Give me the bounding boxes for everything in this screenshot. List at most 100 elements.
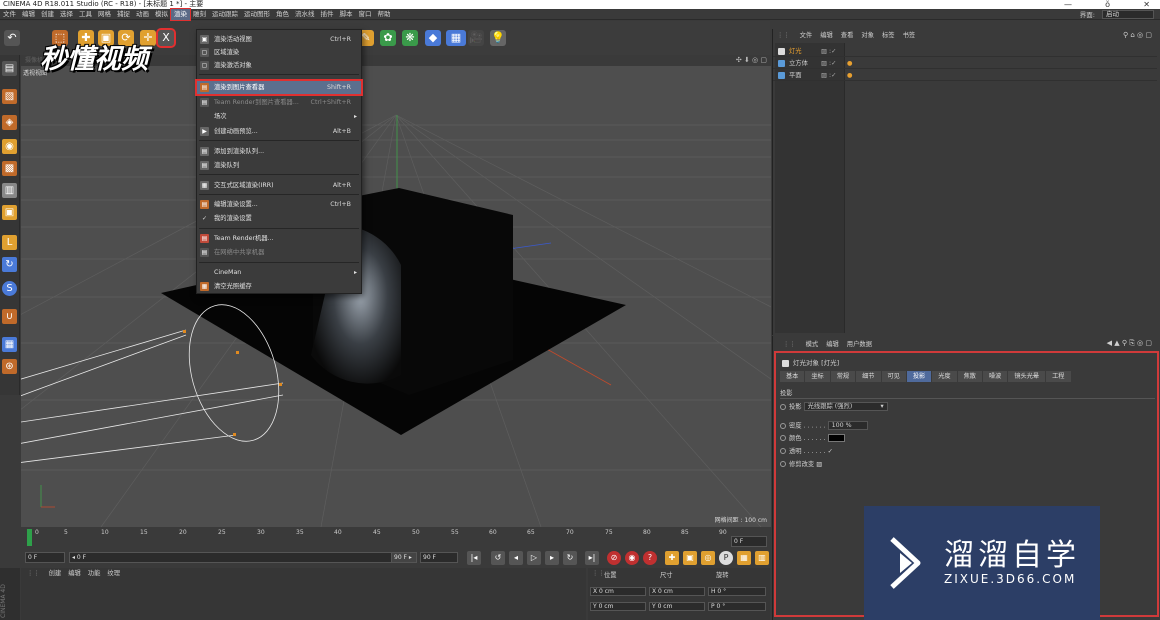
menu-select[interactable]: 选择 [57,9,76,20]
x-axis-icon[interactable]: X [156,28,176,48]
menu-item-render-view[interactable]: ▣ 渲染活动视图 Ctrl+R [197,33,361,46]
menu-simulate[interactable]: 模拟 [152,9,171,20]
menu-item-flush-illumination-cache[interactable]: ▦ 清空光照缓存 [197,280,361,293]
position-x-field[interactable]: X 0 cm [590,587,646,596]
frame-range-slider[interactable]: ◂ 0 F [69,552,417,563]
tab-photometric[interactable]: 光度 [932,371,957,382]
workplane-icon[interactable]: ◉ [2,139,17,154]
tab-noise[interactable]: 噪波 [983,371,1008,382]
shadow-type-select[interactable]: 光线跟踪 (强烈) ▾ [803,402,888,411]
tab-basic[interactable]: 基本 [780,371,805,382]
transparency-checkbox[interactable]: ✓ [828,448,833,455]
menu-plugins[interactable]: 插件 [318,9,337,20]
menu-help[interactable]: 帮助 [375,9,394,20]
object-search-icon[interactable]: ⚲ ⌂ ◎ ▢ [1123,31,1152,39]
material-manager[interactable]: ⋮⋮ 创建 编辑 功能 纹理 [21,568,586,620]
attribute-nav-icons[interactable]: ◀ ▲ ⚲ ⎘ ◎ ▢ [1107,339,1152,348]
menu-item-add-to-queue[interactable]: ▤ 添加到渲染队列... [197,145,361,158]
size-x-field[interactable]: X 0 cm [649,587,705,596]
density-field[interactable]: 100 % [827,421,868,430]
record-icon[interactable]: ⊘ [607,551,621,565]
keyframe-radio-icon[interactable] [780,422,786,429]
tab-shadow[interactable]: 投影 [906,371,932,382]
menu-item-team-render-viewer[interactable]: ▤ Team Render到图片查看器... Ctrl+Shift+R [197,96,361,109]
max-frame-label[interactable]: 90 F ▸ [391,552,417,563]
position-y-field[interactable]: Y 0 cm [590,602,646,611]
menu-motion-tracker[interactable]: 运动跟踪 [209,9,241,20]
current-frame-marker[interactable] [27,529,32,546]
rotation-key-icon[interactable]: ◎ [701,551,715,565]
minimize-button[interactable]: — [1064,0,1072,9]
scale-key-icon[interactable]: ▣ [683,551,697,565]
point-level-icon[interactable]: ▦ [737,551,751,565]
camera-icon[interactable]: 🎥 [468,30,484,46]
next-frame-icon[interactable]: ▸ [545,551,559,565]
generator-icon[interactable]: ❋ [402,30,418,46]
material-menu-edit[interactable]: 编辑 [68,570,81,577]
obj-menu-file[interactable]: 文件 [800,32,813,39]
keyframe-radio-icon[interactable] [780,403,786,410]
menu-tools[interactable]: 工具 [76,9,95,20]
tab-caustics[interactable]: 焦散 [957,371,982,382]
axis-icon[interactable]: L [2,235,17,250]
menu-item-irr[interactable]: ▦ 交互式区域渲染(IRR) Alt+R [197,179,361,192]
visibility-toggle[interactable]: ▨ :✓ [821,46,836,57]
position-key-icon[interactable]: ✚ [665,551,679,565]
floor-icon[interactable]: ▦ [446,30,466,46]
points-mode-icon[interactable]: ▩ [2,161,17,176]
menu-item-takes[interactable]: 场次 ▸ [197,110,361,123]
object-name[interactable]: 平面 [789,72,802,79]
texture-mode-icon[interactable]: ◈ [2,115,17,130]
material-tag-icon[interactable]: ● [847,58,853,69]
attr-menu-mode[interactable]: 模式 [806,341,819,348]
menu-mesh[interactable]: 网格 [95,9,114,20]
menu-snap[interactable]: 捕捉 [114,9,133,20]
tab-general[interactable]: 常规 [830,371,856,382]
menu-item-render-active[interactable]: ▢ 渲染激活对象 [197,59,361,72]
goto-start-icon[interactable]: |◂ [467,551,481,565]
timeline-window-icon[interactable]: ▥ [755,551,769,565]
undo-icon[interactable]: ↶ [4,30,20,46]
menu-animate[interactable]: 动画 [133,9,152,20]
menu-mograph[interactable]: 运动图形 [241,9,273,20]
obj-menu-bookmarks[interactable]: 书签 [903,32,916,39]
restore-button[interactable]: ŏ [1105,0,1110,9]
menu-file[interactable]: 文件 [0,9,19,20]
visibility-toggle[interactable]: ▨ :✓ [821,58,836,69]
viewport-nav-icons[interactable]: ✣ ⬇ ◎ ▢ [736,55,767,66]
play-icon[interactable]: ▷ [527,551,541,565]
material-menu-create[interactable]: 创建 [49,570,62,577]
object-name[interactable]: 立方体 [789,60,808,67]
sculpt-icon[interactable]: ⊛ [2,359,17,374]
rotation-h-field[interactable]: H 0 ° [708,587,766,596]
menu-script[interactable]: 脚本 [337,9,356,20]
menu-character[interactable]: 角色 [273,9,292,20]
polygons-mode-icon[interactable]: ▣ [2,205,17,220]
tab-coordinates[interactable]: 坐标 [805,371,830,382]
menu-create[interactable]: 创建 [38,9,57,20]
keyframe-selection-icon[interactable]: ? [643,551,657,565]
parameter-key-icon[interactable]: P [719,551,733,565]
prev-frame-icon[interactable]: ◂ [509,551,523,565]
obj-menu-tags[interactable]: 标签 [882,32,895,39]
obj-menu-objects[interactable]: 对象 [861,32,874,39]
material-tag-icon[interactable]: ● [847,70,853,81]
tweak-icon[interactable]: ↻ [2,257,17,272]
edges-mode-icon[interactable]: ▥ [2,183,17,198]
visibility-toggle[interactable]: ▨ :✓ [821,70,836,81]
end-frame-field[interactable]: 90 F [420,552,458,563]
tab-lens-effects[interactable]: 镜头光晕 [1008,371,1046,382]
magnet-icon[interactable]: ∪ [2,309,17,324]
menu-pipeline[interactable]: 流水线 [292,9,318,20]
material-menu-texture[interactable]: 纹理 [107,570,120,577]
shadow-color-swatch[interactable] [827,434,845,442]
timeline-ruler[interactable]: 0 5 10 15 20 25 30 35 40 45 50 55 60 65 … [21,528,771,548]
menu-window[interactable]: 窗口 [356,9,375,20]
tab-details[interactable]: 细节 [856,371,881,382]
prev-key-icon[interactable]: ↺ [491,551,505,565]
close-button[interactable]: ✕ [1143,0,1150,9]
attr-menu-edit[interactable]: 编辑 [826,341,839,348]
menu-item-region-render[interactable]: ▢ 区域渲染 [197,46,361,59]
scene-icon[interactable]: ◆ [425,30,441,46]
autokey-icon[interactable]: ◉ [625,551,639,565]
